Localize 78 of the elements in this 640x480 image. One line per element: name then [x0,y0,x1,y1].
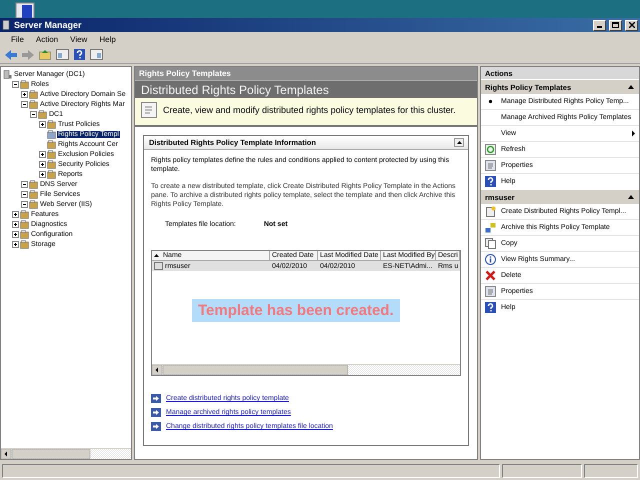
sort-arrow-icon [154,254,159,257]
archive-icon [485,222,496,233]
folder-icon [47,130,56,138]
info-icon [485,254,496,265]
help-icon [485,176,496,187]
folder-icon [20,210,29,218]
server-icon [3,70,12,78]
status-bar-section [584,464,638,478]
tree-toggle-icon[interactable] [21,90,28,98]
maximize-button[interactable] [609,20,622,30]
back-button[interactable] [4,48,18,62]
description-text: Create, view and modify distributed rights policy templates for this cluster. [163,105,456,115]
collapse-icon[interactable] [628,195,634,199]
page-title: Distributed Rights Policy Templates [135,80,477,98]
menu-item[interactable]: Action [30,34,64,44]
collapse-button[interactable] [454,138,464,147]
tree-toggle-icon[interactable] [21,180,28,188]
maximize-icon [612,22,619,28]
folder-icon [20,230,29,238]
folder-icon [20,220,29,228]
tree-toggle-icon[interactable] [12,230,19,238]
document-icon [141,102,157,118]
collapse-icon [456,141,462,144]
tree-toggle-icon[interactable] [30,110,37,118]
show-pane-button[interactable] [55,48,69,62]
copy-icon [485,238,496,249]
caption-banner: Template has been created. [192,299,400,322]
tree-toggle-icon[interactable] [39,170,46,178]
refresh-icon [485,144,496,155]
menu-item[interactable]: View [65,34,92,44]
tree-toggle-icon[interactable] [21,200,28,208]
template-icon [154,262,163,270]
tree-toggle-icon[interactable] [39,160,46,168]
tree-toggle-icon[interactable] [39,150,46,158]
horizontal-scrollbar[interactable] [152,364,460,375]
tree-toggle-icon[interactable] [21,100,28,108]
folder-icon [38,110,47,118]
tree-toggle-icon[interactable] [39,120,46,128]
folder-icon [47,120,56,128]
pane-header: Rights Policy Templates [135,67,477,80]
tree-toggle-icon[interactable] [21,190,28,198]
delete-icon [485,270,496,281]
folder-icon [29,200,38,208]
minimize-button[interactable] [593,20,606,30]
tree-toggle-icon[interactable] [12,210,19,218]
folder-icon [29,100,38,108]
folder-icon [29,190,38,198]
tree-toggle-icon[interactable] [12,240,19,248]
tree-toggle-icon[interactable] [12,220,19,228]
server-icon [2,20,11,30]
arrow-icon [151,408,161,417]
folder-icon [29,180,38,188]
document-icon [485,206,496,217]
help-button[interactable] [72,48,86,62]
horizontal-scrollbar[interactable] [1,448,131,459]
folder-icon [47,170,56,178]
folder-icon [29,90,38,98]
collapse-icon[interactable] [628,85,634,89]
show-action-pane-button[interactable] [89,48,103,62]
folder-icon [47,160,56,168]
menu-item[interactable]: Help [94,34,121,44]
up-folder-button[interactable] [38,48,52,62]
close-icon [628,22,634,28]
arrow-icon [151,394,161,403]
submenu-arrow-icon [631,130,636,137]
arrow-icon [151,422,161,431]
folder-icon [20,80,29,88]
tree-toggle-icon[interactable] [12,80,19,88]
properties-icon [485,160,496,171]
close-button[interactable] [625,20,638,30]
menu-item[interactable]: File [6,34,29,44]
folder-icon [47,150,56,158]
folder-icon [20,240,29,248]
window-title: Server Manager [14,20,83,30]
computer-icon [14,2,36,18]
properties-icon [485,286,496,297]
help-icon [485,302,496,313]
folder-icon [47,140,56,148]
